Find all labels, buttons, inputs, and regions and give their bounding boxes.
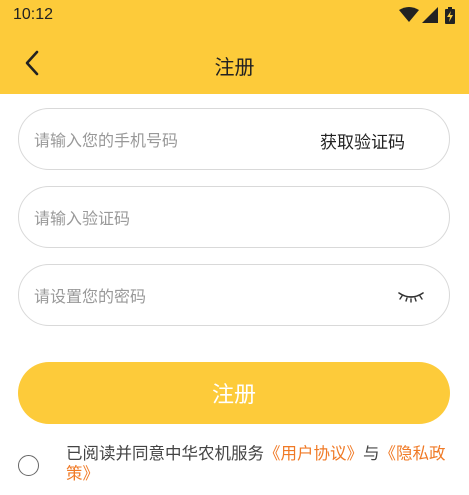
register-button[interactable]: 注册 [18,362,450,424]
agreement-connector: 与 [363,444,380,463]
phone-input[interactable] [34,127,294,153]
get-verification-code-button[interactable]: 获取验证码 [320,128,405,153]
app-bar: 注册 [0,32,469,94]
status-bar: 10:12 [0,0,469,32]
wifi-icon [399,7,419,22]
status-time: 10:12 [13,6,54,23]
cellular-signal-icon [422,7,438,23]
agreement-text: 已阅读并同意中华农机服务《用户协议》与《隐私政策》 [66,444,456,484]
agreement-prefix: 已阅读并同意中华农机服务 [66,444,264,463]
password-input[interactable] [34,283,294,309]
eye-closed-icon [398,292,424,303]
verification-code-field [18,186,450,248]
battery-charging-icon [445,7,455,24]
page-title: 注册 [214,55,255,79]
user-agreement-link[interactable]: 《用户协议》 [264,444,363,463]
phone-field: 获取验证码 [18,108,450,170]
password-field [18,264,450,326]
password-visibility-toggle[interactable] [397,287,425,305]
agreement-checkbox[interactable] [18,455,39,476]
verification-code-input[interactable] [34,205,294,231]
